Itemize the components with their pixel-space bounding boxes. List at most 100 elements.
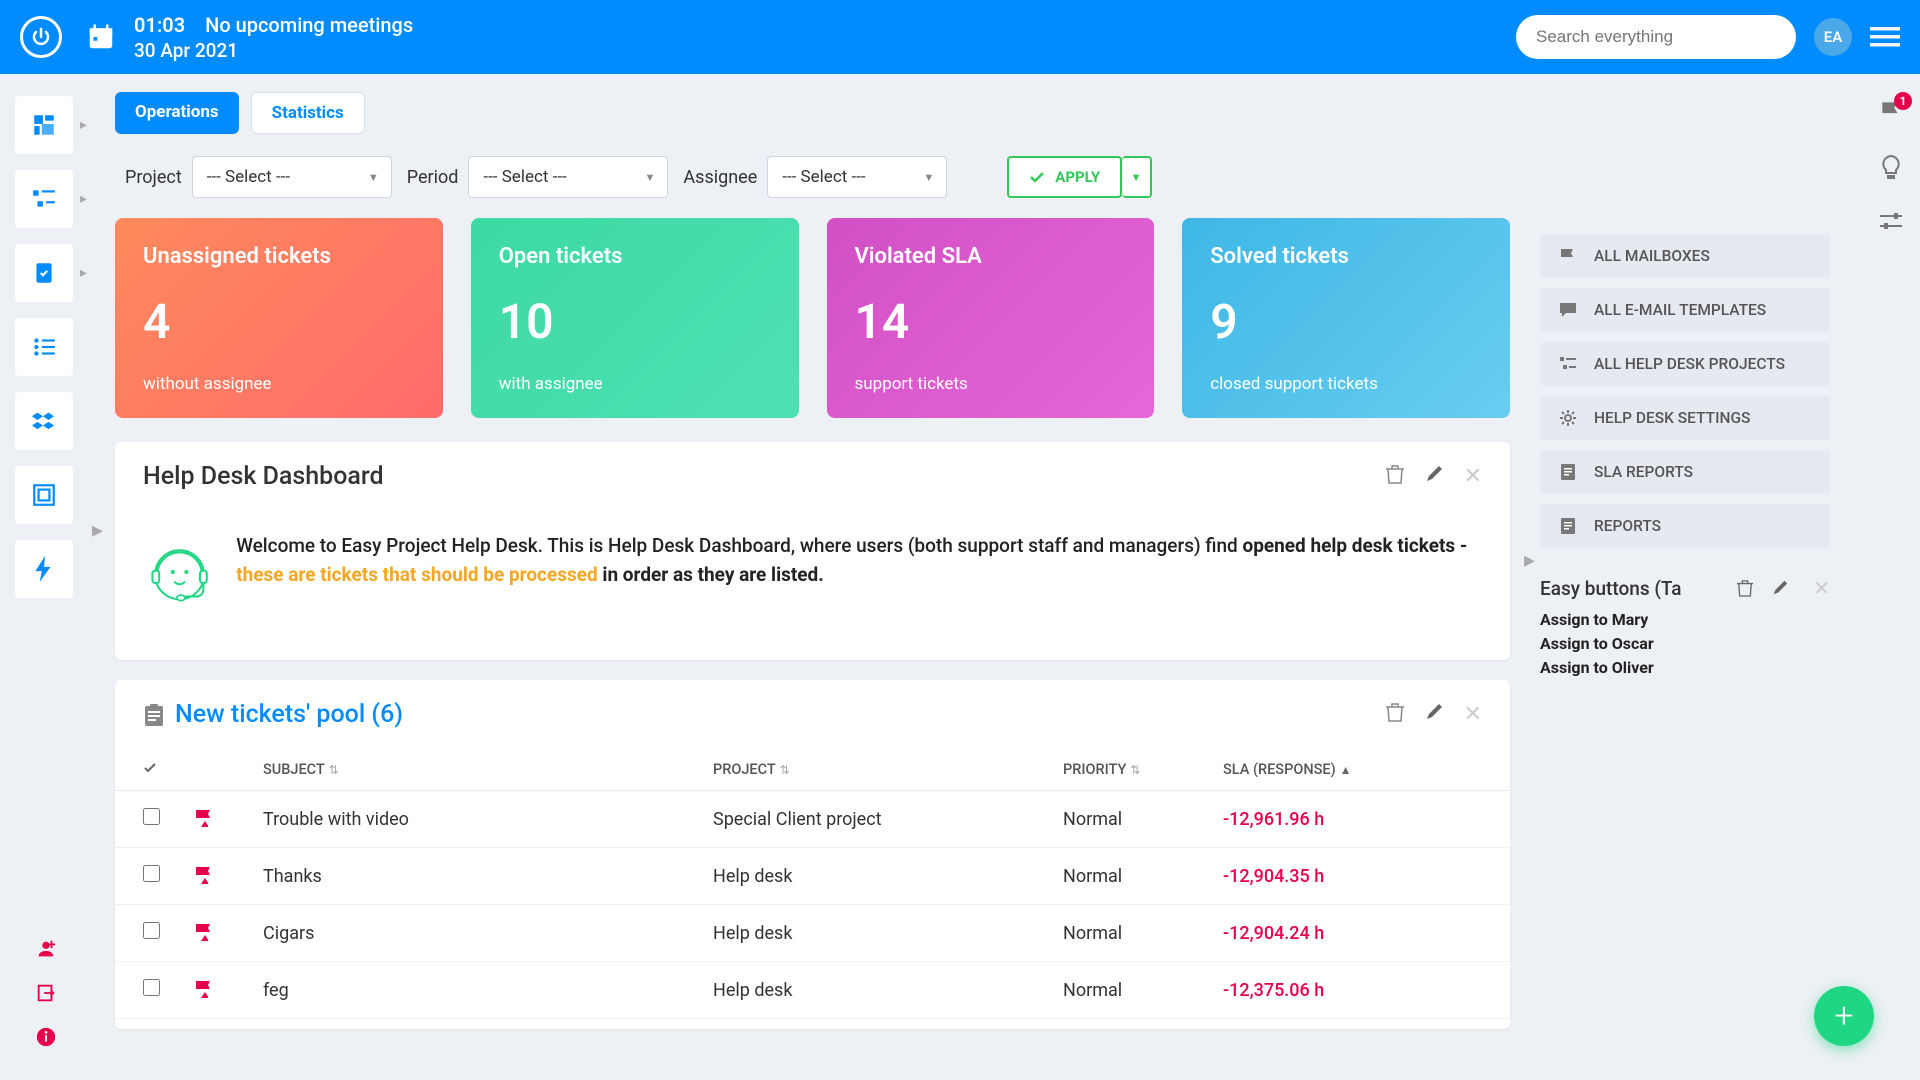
edit-icon[interactable] — [1424, 702, 1444, 727]
rail-wbs[interactable]: ▸ — [15, 170, 73, 228]
row-checkbox[interactable] — [143, 979, 160, 996]
filter-project-select[interactable]: --- Select ---▼ — [192, 156, 392, 198]
rail-expand-chevron[interactable]: ▸ — [92, 518, 103, 543]
tree-icon — [1558, 354, 1578, 374]
row-checkbox[interactable] — [143, 922, 160, 939]
rail-dashboard[interactable]: ▸ — [15, 96, 73, 154]
chat-icon — [1558, 300, 1578, 320]
card-open[interactable]: Open tickets 10 with assignee — [471, 218, 799, 418]
search-input[interactable] — [1536, 27, 1776, 47]
header-info: 01:03 No upcoming meetings 30 Apr 2021 — [134, 13, 1516, 62]
quick-links: ALL MAILBOXES ALL E-MAIL TEMPLATES ALL H… — [1540, 234, 1830, 548]
rail-power[interactable] — [15, 540, 73, 598]
apply-dropdown[interactable]: ▼ — [1122, 156, 1152, 198]
alert-flag-icon — [193, 921, 263, 945]
link-projects[interactable]: ALL HELP DESK PROJECTS — [1540, 342, 1830, 386]
fab-add[interactable]: + — [1814, 986, 1874, 1046]
row-priority: Normal — [1063, 980, 1223, 1001]
app-logo[interactable] — [20, 16, 62, 58]
col-project[interactable]: PROJECT⇅ — [713, 761, 1063, 778]
filter-period-label: Period — [407, 167, 459, 188]
notifications-button[interactable]: 1 — [1878, 98, 1904, 124]
avatar[interactable]: EA — [1814, 18, 1852, 56]
rail-list[interactable] — [15, 318, 73, 376]
link-sla-reports[interactable]: SLA REPORTS — [1540, 450, 1830, 494]
close-icon[interactable]: ✕ — [1464, 464, 1482, 489]
notification-badge: 1 — [1894, 92, 1912, 110]
row-checkbox[interactable] — [143, 808, 160, 825]
dashboard-title: Help Desk Dashboard — [143, 462, 1386, 491]
filter-project-label: Project — [125, 167, 182, 188]
rail-files[interactable] — [15, 392, 73, 450]
login-button[interactable] — [25, 972, 67, 1014]
apply-button[interactable]: APPLY — [1007, 156, 1122, 198]
rail-tasks[interactable]: ▸ — [15, 244, 73, 302]
row-project: Special Client project — [713, 809, 1063, 830]
app-header: 01:03 No upcoming meetings 30 Apr 2021 E… — [0, 0, 1920, 74]
info-button[interactable] — [25, 1016, 67, 1058]
bolt-icon — [34, 556, 54, 582]
row-subject: Thanks — [263, 866, 713, 887]
tab-statistics[interactable]: Statistics — [251, 92, 365, 134]
rail-bottom — [25, 928, 83, 1060]
row-subject: feg — [263, 980, 713, 1001]
hints-button[interactable] — [1879, 154, 1903, 182]
right-column: ALL MAILBOXES ALL E-MAIL TEMPLATES ALL H… — [1540, 234, 1830, 677]
row-subject: Trouble with video — [263, 809, 713, 830]
delete-icon[interactable] — [1386, 464, 1404, 489]
card-unassigned[interactable]: Unassigned tickets 4 without assignee — [115, 218, 443, 418]
col-sla[interactable]: SLA (RESPONSE)▲ — [1223, 761, 1408, 778]
table-row[interactable]: Trouble with video Special Client projec… — [115, 791, 1510, 848]
table-row[interactable]: Thanks Help desk Normal -12,904.35 h — [115, 848, 1510, 905]
delete-icon[interactable] — [1737, 579, 1753, 597]
tab-operations[interactable]: Operations — [115, 92, 239, 134]
hamburger-icon[interactable] — [1870, 25, 1900, 49]
close-icon[interactable]: ✕ — [1813, 576, 1830, 600]
easy-assign-oscar[interactable]: Assign to Oscar — [1540, 634, 1830, 653]
tickets-title[interactable]: New tickets' pool (6) — [143, 700, 1386, 729]
clipboard-icon — [1558, 462, 1578, 482]
row-sla: -12,904.35 h — [1223, 866, 1408, 887]
tickets-table: SUBJECT⇅ PROJECT⇅ PRIORITY⇅ SLA (RESPONS… — [115, 749, 1510, 1029]
row-sla: -12,375.06 h — [1223, 980, 1408, 1001]
filter-period-select[interactable]: --- Select ---▼ — [468, 156, 668, 198]
right-col-collapse[interactable]: ▸ — [1524, 548, 1535, 573]
edit-icon[interactable] — [1424, 464, 1444, 489]
calendar-icon[interactable] — [86, 22, 116, 52]
edit-icon[interactable] — [1771, 579, 1789, 597]
filters: Project --- Select ---▼ Period --- Selec… — [115, 156, 1510, 198]
alert-flag-icon — [193, 978, 263, 1002]
table-row[interactable]: feg Help desk Normal -12,375.06 h — [115, 962, 1510, 1019]
easy-buttons-header: Easy buttons (Ta ✕ — [1540, 576, 1830, 600]
col-subject[interactable]: SUBJECT⇅ — [263, 761, 713, 778]
col-check[interactable] — [143, 761, 193, 778]
easy-assign-oliver[interactable]: Assign to Oliver — [1540, 658, 1830, 677]
bulb-icon — [1879, 154, 1903, 182]
search-box[interactable] — [1516, 15, 1796, 59]
delete-icon[interactable] — [1386, 702, 1404, 727]
link-templates[interactable]: ALL E-MAIL TEMPLATES — [1540, 288, 1830, 332]
dashboard-icon — [31, 112, 57, 138]
add-user-icon — [35, 938, 57, 960]
row-priority: Normal — [1063, 923, 1223, 944]
card-solved[interactable]: Solved tickets 9 closed support tickets — [1182, 218, 1510, 418]
add-user-button[interactable] — [25, 928, 67, 970]
tabs: Operations Statistics — [115, 92, 1510, 134]
tree-icon — [31, 186, 57, 212]
easy-assign-mary[interactable]: Assign to Mary — [1540, 610, 1830, 629]
settings-button[interactable] — [1878, 212, 1904, 232]
close-icon[interactable]: ✕ — [1464, 702, 1482, 727]
list-icon — [31, 334, 57, 360]
chevron-right-icon: ▸ — [80, 117, 87, 133]
card-violated[interactable]: Violated SLA 14 support tickets — [827, 218, 1155, 418]
link-settings[interactable]: HELP DESK SETTINGS — [1540, 396, 1830, 440]
link-mailboxes[interactable]: ALL MAILBOXES — [1540, 234, 1830, 278]
rail-layout[interactable] — [15, 466, 73, 524]
col-priority[interactable]: PRIORITY⇅ — [1063, 761, 1223, 778]
row-checkbox[interactable] — [143, 865, 160, 882]
link-reports[interactable]: REPORTS — [1540, 504, 1830, 548]
table-row[interactable]: Cigars Help desk Normal -12,904.24 h — [115, 905, 1510, 962]
filter-assignee-select[interactable]: --- Select ---▼ — [767, 156, 947, 198]
right-rail: 1 — [1878, 98, 1904, 232]
flag-icon — [1558, 246, 1578, 266]
